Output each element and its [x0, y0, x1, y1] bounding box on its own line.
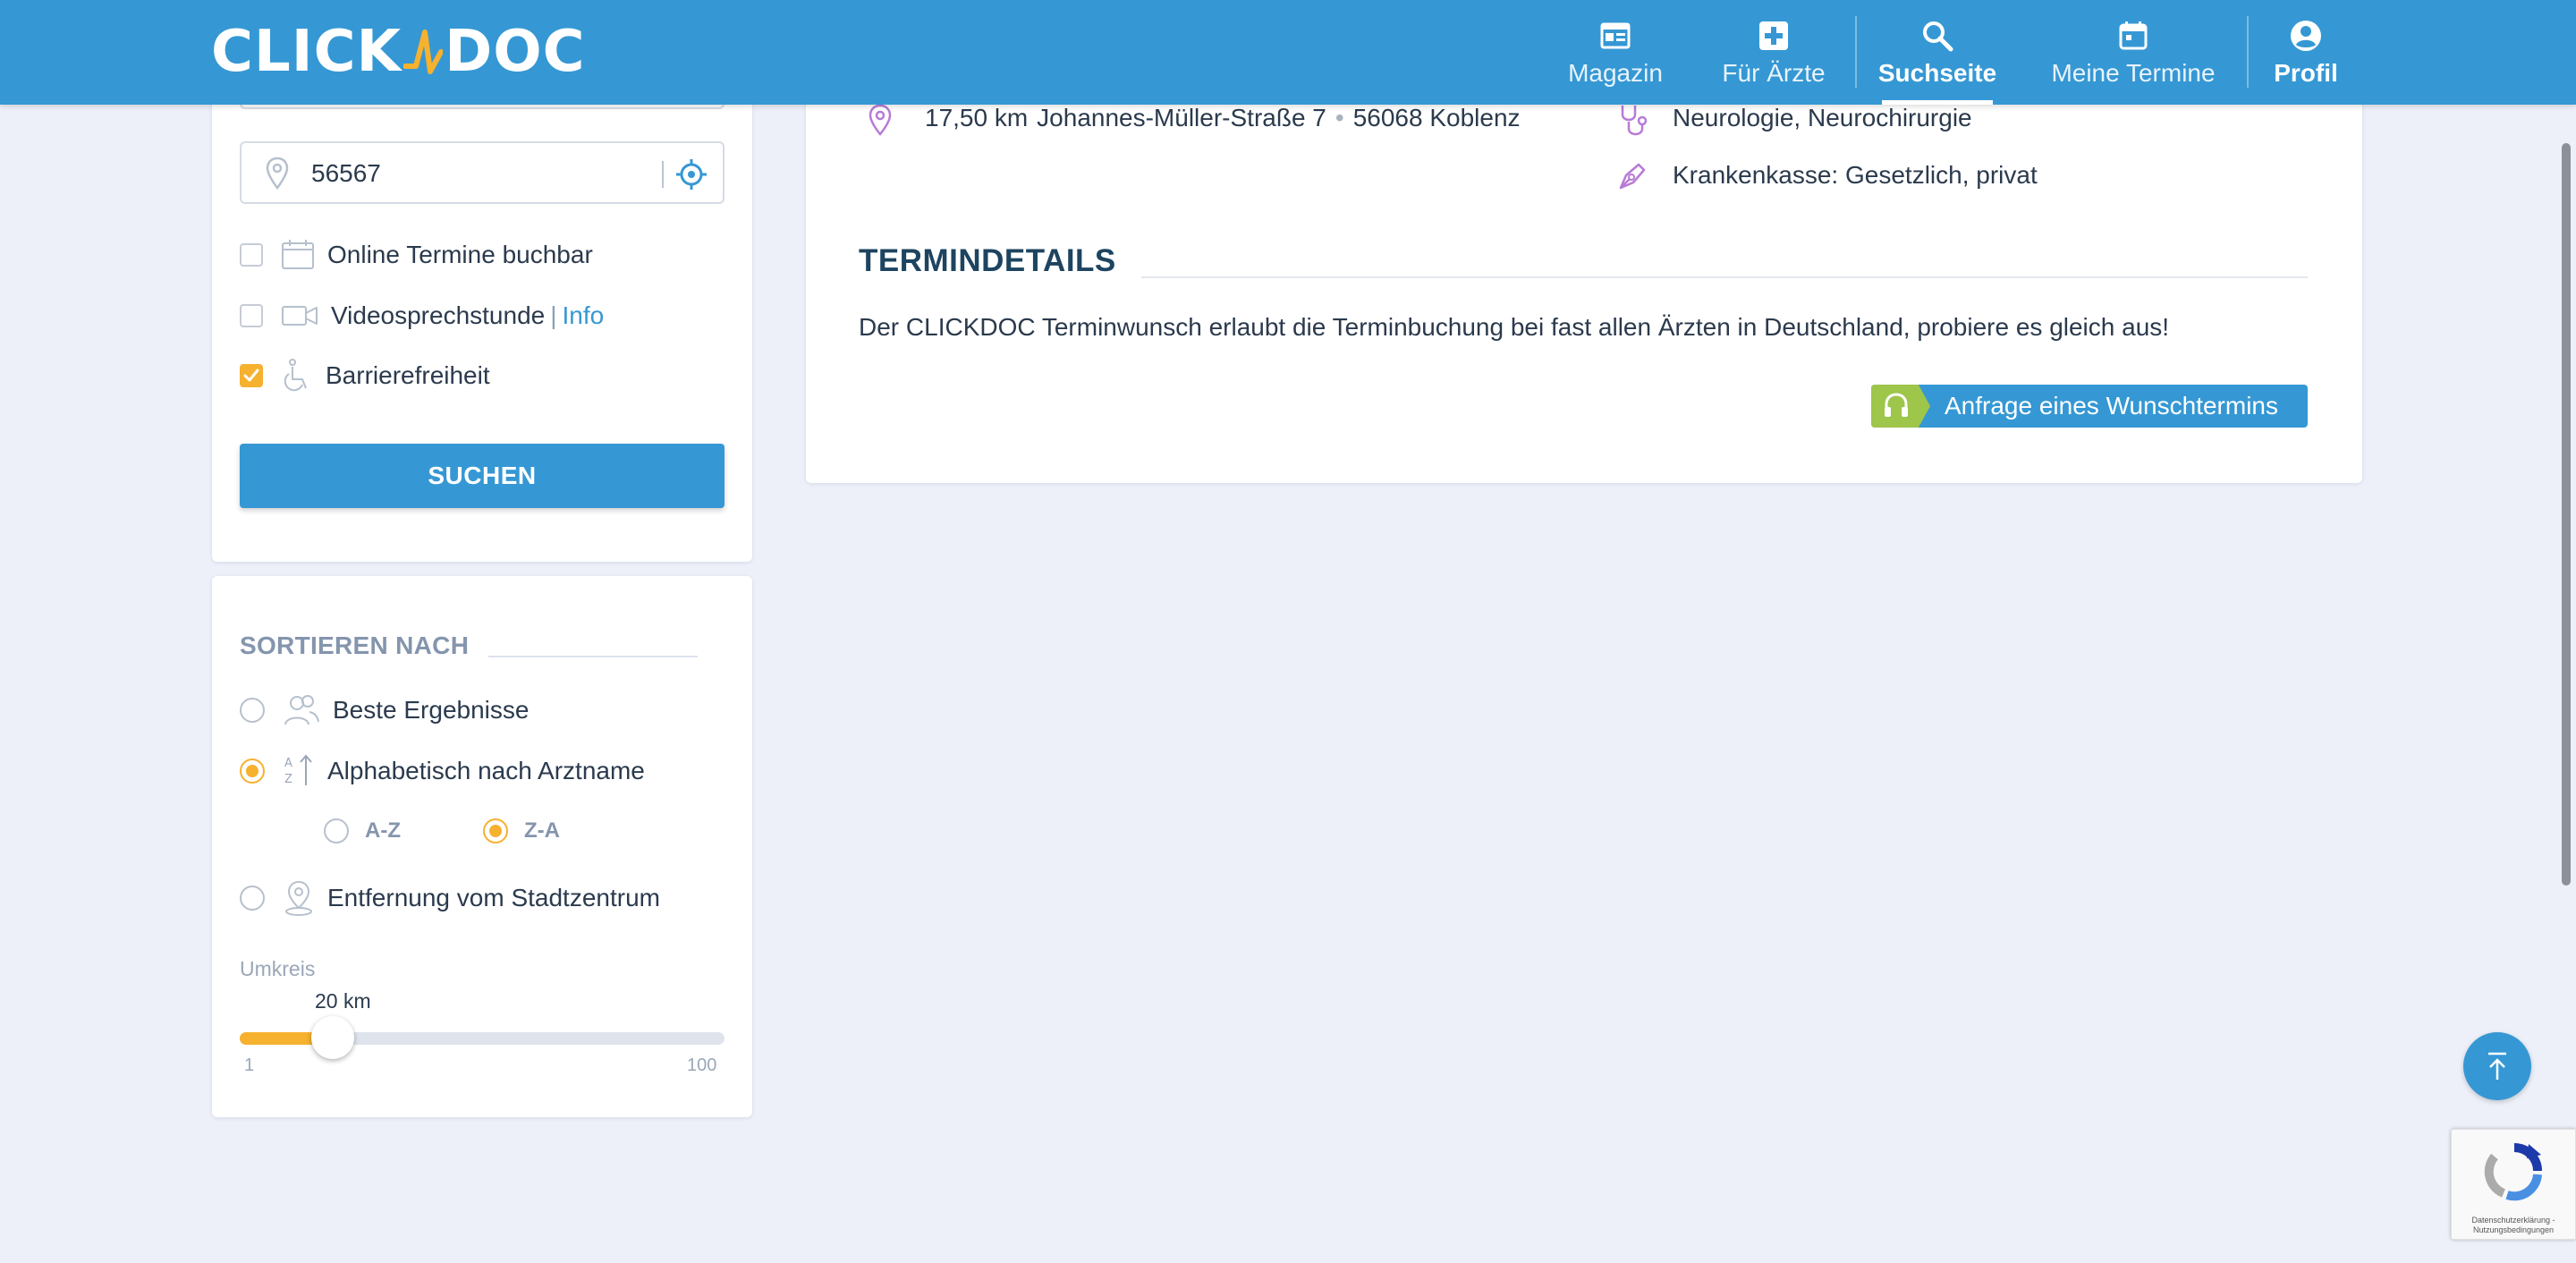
address-dot: •	[1335, 104, 1344, 131]
filter-online-appointments[interactable]: Online Termine buchbar	[240, 237, 593, 273]
location-pin-icon	[869, 104, 892, 136]
logo-pulse-icon	[403, 30, 444, 74]
termindetails-text: Der CLICKDOC Terminwunsch erlaubt die Te…	[859, 313, 2170, 341]
sort-title: SORTIEREN NACH	[240, 632, 470, 659]
logo-text-click: CLICK	[211, 19, 402, 85]
sort-az-label: A-Z	[365, 818, 401, 843]
nav-meine-termine-label: Meine Termine	[2051, 58, 2216, 87]
locate-me-icon[interactable]	[674, 157, 708, 191]
practice-address: Johannes-Müller-Straße 7	[1037, 104, 1326, 131]
top-navigation-bar: CLICK DOC Magazin Für Ärzte Suchseite Me…	[0, 0, 2576, 105]
magazine-icon	[1600, 22, 1631, 48]
sort-best-radio[interactable]	[240, 698, 265, 723]
svg-text:Z: Z	[284, 773, 292, 786]
recaptcha-badge[interactable]: Datenschutzerklärung - Nutzungsbedingung…	[2451, 1129, 2576, 1240]
video-info-link[interactable]: Info	[563, 301, 605, 330]
radius-label: Umkreis	[240, 957, 316, 980]
nav-magazin-label: Magazin	[1568, 58, 1663, 87]
postal-code-input[interactable]	[311, 154, 633, 193]
filter-accessibility[interactable]: Barrierefreiheit	[240, 358, 490, 394]
recaptcha-links[interactable]: Datenschutzerklärung - Nutzungsbedingung…	[2452, 1216, 2575, 1235]
page-scrollbar[interactable]	[2562, 143, 2571, 886]
sort-alphabetical-radio[interactable]	[240, 759, 265, 784]
recaptcha-logo-icon	[2484, 1143, 2542, 1201]
video-consultation-label: Videosprechstunde	[331, 301, 546, 329]
nav-magazin[interactable]: Magazin	[1568, 0, 1663, 105]
radius-max-label: 100	[687, 1055, 717, 1075]
calendar-icon	[2119, 21, 2148, 49]
nav-suchseite[interactable]: Suchseite	[1878, 0, 1996, 105]
sort-order-za[interactable]: Z-A	[483, 816, 560, 846]
online-appointments-checkbox[interactable]	[240, 243, 263, 267]
termindetails-rule	[1141, 276, 2308, 278]
online-appointments-label: Online Termine buchbar	[327, 241, 593, 268]
sort-title-rule	[488, 656, 698, 657]
request-appointment-button[interactable]: Anfrage eines Wunschtermins	[1871, 385, 2308, 428]
calendar-outline-icon	[282, 240, 314, 269]
termindetails-title: TERMINDETAILS	[859, 243, 1116, 278]
nav-fuer-aerzte-label: Für Ärzte	[1722, 58, 1826, 87]
filter-video-consultation[interactable]: Videosprechstunde | Info	[240, 298, 604, 334]
accessibility-label: Barrierefreiheit	[326, 361, 490, 389]
users-icon	[284, 695, 319, 725]
field-divider	[662, 161, 664, 188]
sort-az-radio[interactable]	[324, 818, 349, 843]
video-consultation-checkbox[interactable]	[240, 304, 263, 327]
insurance-text: Krankenkasse: Gesetzlich, privat	[1673, 161, 2038, 189]
headset-badge	[1871, 385, 1930, 428]
nav-profil[interactable]: Profil	[2272, 0, 2340, 105]
practice-insurance: Krankenkasse: Gesetzlich, privat	[1615, 157, 2038, 193]
checkmark-icon	[243, 369, 259, 382]
sort-distance-radio[interactable]	[240, 886, 265, 911]
sort-option-best[interactable]: Beste Ergebnisse	[240, 692, 529, 728]
location-pin-icon	[266, 157, 289, 191]
nav-suchseite-label: Suchseite	[1877, 58, 1997, 87]
active-tab-underline	[1882, 100, 1993, 105]
sort-distance-label: Entfernung vom Stadtzentrum	[327, 884, 660, 911]
logo-text-doc: DOC	[445, 19, 586, 85]
sort-best-label: Beste Ergebnisse	[333, 696, 530, 724]
sort-alphabetical-label: Alphabetisch nach Arztname	[327, 757, 645, 784]
wheelchair-icon	[284, 359, 307, 392]
sort-order-az[interactable]: A-Z	[324, 816, 401, 846]
search-icon	[1923, 21, 1953, 51]
arrow-up-icon	[2488, 1052, 2506, 1080]
accessibility-checkbox[interactable]	[240, 364, 263, 387]
radius-slider-thumb[interactable]	[311, 1016, 355, 1059]
info-separator: |	[550, 301, 557, 329]
sort-option-alphabetical[interactable]: A Z Alphabetisch nach Arztname	[240, 753, 645, 789]
recaptcha-terms-link[interactable]: Nutzungsbedingungen	[2452, 1225, 2575, 1235]
medical-cross-icon	[1759, 21, 1788, 50]
video-camera-icon	[282, 306, 318, 326]
sort-alpha-icon: A Z	[284, 754, 312, 786]
headset-icon	[1885, 393, 1908, 417]
practice-city: 56068 Koblenz	[1352, 104, 1521, 131]
scroll-to-top-button[interactable]	[2463, 1032, 2531, 1100]
stethoscope-icon	[1621, 106, 1648, 136]
svg-text:A: A	[284, 757, 292, 770]
postal-code-field[interactable]	[240, 141, 724, 204]
nav-separator	[1855, 16, 1857, 88]
practice-distance: 17,50 km	[925, 104, 1029, 131]
nav-meine-termine[interactable]: Meine Termine	[2048, 0, 2218, 105]
pen-nib-icon	[1619, 163, 1646, 190]
account-icon	[2291, 20, 2321, 51]
location-distance-icon	[285, 880, 312, 916]
search-button[interactable]: SUCHEN	[240, 444, 724, 508]
specialty-text: Neurologie, Neurochirurgie	[1673, 104, 1972, 131]
sort-option-distance[interactable]: Entfernung vom Stadtzentrum	[240, 880, 660, 916]
nav-separator	[2247, 16, 2249, 88]
recaptcha-privacy-link[interactable]: Datenschutzerklärung -	[2452, 1216, 2575, 1225]
radius-min-label: 1	[244, 1055, 255, 1075]
sort-za-radio[interactable]	[483, 818, 508, 843]
radius-value: 20 km	[315, 989, 371, 1013]
nav-profil-label: Profil	[2274, 58, 2338, 87]
request-appointment-label: Anfrage eines Wunschtermins	[1945, 392, 2278, 420]
sort-za-label: Z-A	[524, 818, 560, 843]
clickdoc-logo[interactable]: CLICK DOC	[211, 19, 586, 85]
nav-fuer-aerzte[interactable]: Für Ärzte	[1719, 0, 1828, 105]
